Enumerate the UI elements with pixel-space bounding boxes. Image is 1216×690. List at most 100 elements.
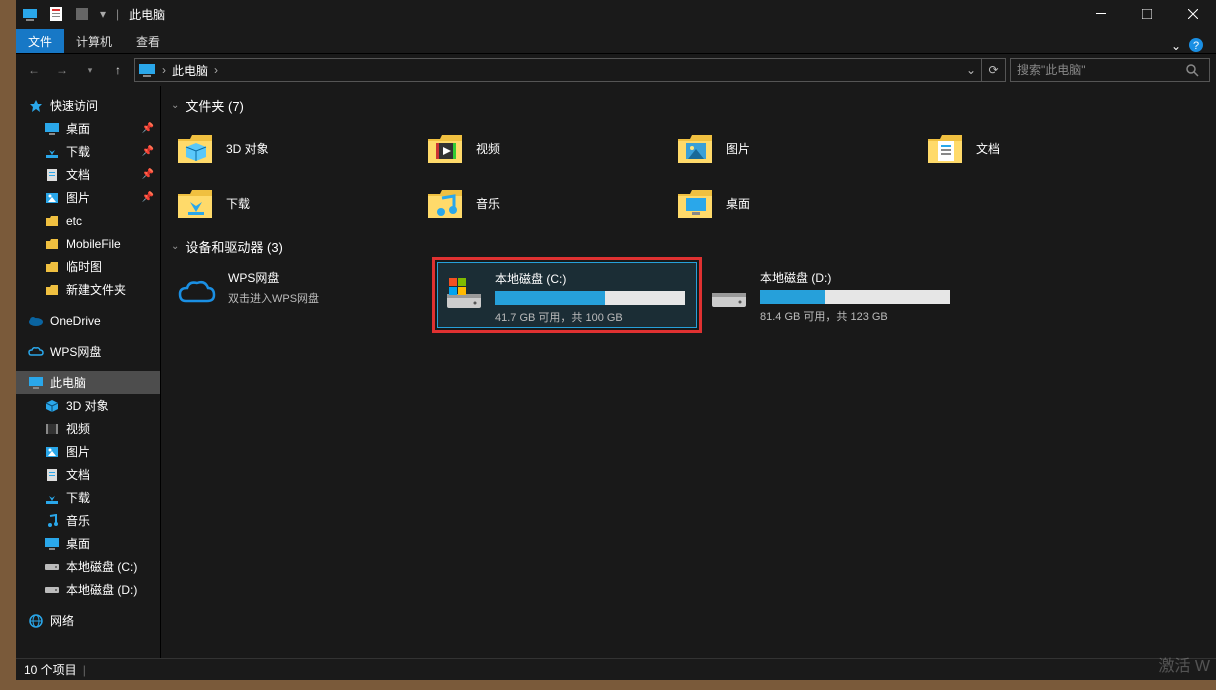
sidebar-item-pc[interactable]: 桌面 xyxy=(16,532,160,555)
tab-file[interactable]: 文件 xyxy=(16,29,64,53)
folder-icon xyxy=(926,129,966,169)
address-bar[interactable]: › 此电脑 › ⌄ ⟳ xyxy=(134,58,1006,82)
close-button[interactable] xyxy=(1170,0,1216,28)
minimize-button[interactable] xyxy=(1078,0,1124,28)
nav-back-icon[interactable]: ← xyxy=(22,58,46,82)
drive-item[interactable]: 本地磁盘 (C:)41.7 GB 可用，共 100 GB xyxy=(437,262,697,328)
folder-item[interactable]: 音乐 xyxy=(421,176,671,231)
drive-name: 本地磁盘 (D:) xyxy=(760,269,958,286)
drive-free: 41.7 GB 可用，共 100 GB xyxy=(495,309,691,325)
folder-item[interactable]: 视频 xyxy=(421,121,671,176)
folder-label: 视频 xyxy=(476,140,500,157)
sidebar-item-label: OneDrive xyxy=(50,314,101,328)
group-header-folders[interactable]: ⌄ 文件夹 (7) xyxy=(161,90,1216,121)
drive-icon xyxy=(44,559,60,575)
sidebar-item-label: 图片 xyxy=(66,189,90,206)
folder-item[interactable]: 下载 xyxy=(171,176,421,231)
pin-icon: 📌 xyxy=(142,192,154,203)
nav-forward-icon[interactable]: → xyxy=(50,58,74,82)
qat-properties-icon[interactable] xyxy=(44,2,68,26)
sidebar-this-pc[interactable]: 此电脑 xyxy=(16,371,160,394)
status-count: 10 个项目 xyxy=(24,661,77,678)
sidebar-item-pc[interactable]: 3D 对象 xyxy=(16,394,160,417)
folder-label: 下载 xyxy=(226,195,250,212)
sidebar-item-pc[interactable]: 音乐 xyxy=(16,509,160,532)
sidebar-item-quick[interactable]: 下载📌 xyxy=(16,140,160,163)
sidebar-item-label: 桌面 xyxy=(66,535,90,552)
search-box[interactable] xyxy=(1010,58,1210,82)
capacity-bar xyxy=(495,291,685,305)
status-bar: 10 个项目 | xyxy=(16,658,1216,680)
sidebar-item-pc[interactable]: 本地磁盘 (C:) xyxy=(16,555,160,578)
folder-label: 桌面 xyxy=(726,195,750,212)
folder-icon xyxy=(426,129,466,169)
tab-computer[interactable]: 计算机 xyxy=(64,29,124,53)
sidebar-item-label: MobileFile xyxy=(66,237,121,251)
document-icon xyxy=(44,467,60,483)
body: 快速访问 桌面📌下载📌文档📌图片📌etcMobileFile临时图新建文件夹 O… xyxy=(16,86,1216,658)
sidebar-item-pc[interactable]: 文档 xyxy=(16,463,160,486)
group-header-drives[interactable]: ⌄ 设备和驱动器 (3) xyxy=(161,231,1216,262)
pc-icon xyxy=(28,375,44,391)
sidebar-item-quick[interactable]: 桌面📌 xyxy=(16,117,160,140)
sidebar-item-pc[interactable]: 下载 xyxy=(16,486,160,509)
network-icon xyxy=(28,613,44,629)
sidebar-item-label: 网络 xyxy=(50,612,74,629)
drive-item[interactable]: 本地磁盘 (D:)81.4 GB 可用，共 123 GB xyxy=(703,262,963,328)
sidebar-item-label: 文档 xyxy=(66,466,90,483)
nav-up-icon[interactable]: ↑ xyxy=(106,58,130,82)
drive-icon xyxy=(44,582,60,598)
app-icon xyxy=(18,2,42,26)
ribbon-collapse-icon[interactable]: ⌄ xyxy=(1164,39,1188,53)
crumb-chevron-icon[interactable]: › xyxy=(160,63,168,77)
sidebar-item-label: 快速访问 xyxy=(50,97,98,114)
music-icon xyxy=(44,513,60,529)
folder-item[interactable]: 3D 对象 xyxy=(171,121,421,176)
drive-item[interactable]: WPS网盘双击进入WPS网盘 xyxy=(171,262,431,328)
title-bar: ▾ | 此电脑 xyxy=(16,0,1216,28)
search-input[interactable] xyxy=(1011,63,1185,77)
address-dropdown-icon[interactable]: ⌄ xyxy=(961,63,981,77)
sidebar-item-label: 文档 xyxy=(66,166,90,183)
quick-access-toolbar: ▾ xyxy=(16,0,110,28)
cloud-icon xyxy=(28,344,44,360)
tab-view[interactable]: 查看 xyxy=(124,29,172,53)
navigation-pane[interactable]: 快速访问 桌面📌下载📌文档📌图片📌etcMobileFile临时图新建文件夹 O… xyxy=(16,86,161,658)
sidebar-item-quick[interactable]: etc xyxy=(16,209,160,232)
crumb-chevron-icon[interactable]: › xyxy=(212,63,220,77)
drive-subtitle: 双击进入WPS网盘 xyxy=(228,290,426,306)
sidebar-quick-access[interactable]: 快速访问 xyxy=(16,94,160,117)
folder-item[interactable]: 文档 xyxy=(921,121,1171,176)
sidebar-item-pc[interactable]: 图片 xyxy=(16,440,160,463)
sidebar-onedrive[interactable]: OneDrive xyxy=(16,309,160,332)
sidebar-item-pc[interactable]: 本地磁盘 (D:) xyxy=(16,578,160,601)
folder-label: 音乐 xyxy=(476,195,500,212)
nav-recent-icon[interactable]: ▾ xyxy=(78,58,102,82)
help-icon[interactable]: ? xyxy=(1188,37,1212,53)
sidebar-item-quick[interactable]: 文档 📌 xyxy=(16,163,160,186)
sidebar-network[interactable]: 网络 xyxy=(16,609,160,632)
maximize-button[interactable] xyxy=(1124,0,1170,28)
folder-icon xyxy=(44,236,60,252)
content-pane[interactable]: ⌄ 文件夹 (7) 3D 对象 视频 图片 文档下载 音乐 桌面 ⌄ 设备和驱动器 (3)… xyxy=(161,86,1216,658)
sidebar-item-quick[interactable]: 新建文件夹 xyxy=(16,278,160,301)
qat-checkbox-icon[interactable] xyxy=(70,2,94,26)
folder-label: 图片 xyxy=(726,140,750,157)
video-icon xyxy=(44,421,60,437)
drive-name: WPS网盘 xyxy=(228,269,426,286)
sidebar-wps[interactable]: WPS网盘 xyxy=(16,340,160,363)
sidebar-item-quick[interactable]: 临时图 xyxy=(16,255,160,278)
pin-icon: 📌 xyxy=(142,169,154,180)
sidebar-item-label: 此电脑 xyxy=(50,374,86,391)
breadcrumb[interactable]: 此电脑 xyxy=(168,62,212,79)
sidebar-item-quick[interactable]: MobileFile xyxy=(16,232,160,255)
folder-item[interactable]: 图片 xyxy=(671,121,921,176)
pin-icon: 📌 xyxy=(142,123,154,134)
search-icon[interactable] xyxy=(1185,63,1209,77)
sidebar-item-quick[interactable]: 图片 📌 xyxy=(16,186,160,209)
folder-item[interactable]: 桌面 xyxy=(671,176,921,231)
refresh-icon[interactable]: ⟳ xyxy=(981,59,1005,81)
qat-dropdown-icon[interactable]: ▾ xyxy=(96,2,110,26)
group-label: 设备和驱动器 (3) xyxy=(185,237,283,256)
sidebar-item-pc[interactable]: 视频 xyxy=(16,417,160,440)
